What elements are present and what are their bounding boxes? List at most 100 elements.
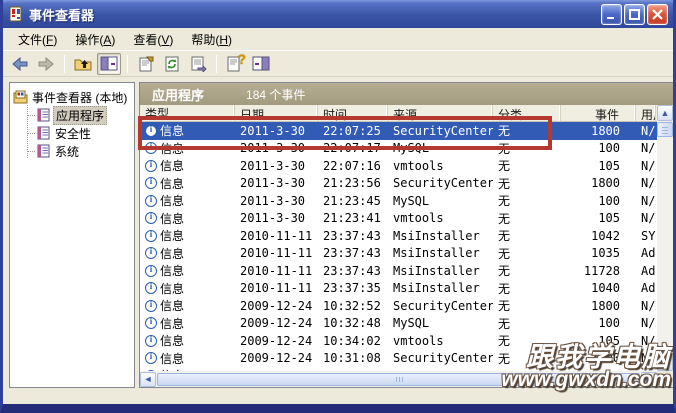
scroll-right-button[interactable]: ► <box>641 372 657 387</box>
show-panel-icon <box>252 56 270 71</box>
scroll-up-button[interactable]: ▲ <box>657 105 673 121</box>
tree-item-安全性[interactable]: 安全性 <box>27 124 132 142</box>
minimize-button[interactable] <box>601 4 622 25</box>
result-pane: 应用程序 184 个事件 类型日期时间来源分类事件用户 信息2011-3-302… <box>139 82 675 388</box>
menu-item[interactable]: 操作(A) <box>66 28 124 51</box>
table-row[interactable]: 信息2009-12-2410:34:02vmtools无105N/A <box>140 332 657 350</box>
cell-user: SYSTEM <box>636 229 656 243</box>
cell-time: 10:34:02 <box>318 334 388 348</box>
cell-type: 信息 <box>160 262 184 279</box>
show-tree-icon <box>100 56 118 71</box>
cell-event: 105 <box>561 334 636 348</box>
scrollbar-corner <box>657 371 674 387</box>
cell-category: 无 <box>493 280 561 297</box>
cell-category: 无 <box>493 175 561 192</box>
cell-type: 信息 <box>160 175 184 192</box>
table-row[interactable]: 信息2011-3-3022:07:16vmtools无105N/A <box>140 157 657 175</box>
tree-item-应用程序[interactable]: 应用程序 <box>27 106 132 124</box>
cell-type: 信息 <box>160 227 184 244</box>
maximize-icon <box>629 9 640 20</box>
forward-button[interactable] <box>34 53 58 75</box>
cell-source: MsiInstaller <box>388 229 493 243</box>
column-header-1[interactable]: 类型 <box>140 105 235 121</box>
console-tree-panel: 事件查看器 (本地) 应用程序安全性系统 <box>9 82 135 388</box>
menu-item[interactable]: 文件(F) <box>9 28 66 51</box>
maximize-button[interactable] <box>624 4 645 25</box>
column-header-2[interactable]: 日期 <box>235 105 318 121</box>
cell-event: 11728 <box>561 264 636 278</box>
column-header-3[interactable]: 时间 <box>318 105 388 121</box>
cell-category: 无 <box>493 140 561 157</box>
properties-button[interactable] <box>134 53 158 75</box>
table-row[interactable]: 信息2009-12-2410:32:52SecurityCenter无1800N… <box>140 297 657 315</box>
table-row[interactable]: 信息2010-11-1123:37:35MsiInstaller无1040Adm… <box>140 280 657 298</box>
cell-category: 无 <box>493 122 561 139</box>
cell-event: 1040 <box>561 281 636 295</box>
show-hide-tree-button[interactable] <box>97 53 121 75</box>
table-row[interactable]: 信息2009-12-2410:32:48MySQL无100N/A <box>140 315 657 333</box>
close-button[interactable] <box>647 4 668 25</box>
cell-event: 100 <box>561 316 636 330</box>
show-hide-panel-button[interactable] <box>249 53 273 75</box>
table-row[interactable]: 信息2011-3-3022:07:17MySQL无100N/A <box>140 140 657 158</box>
cell-event: 105 <box>561 159 636 173</box>
cell-category: 无 <box>493 297 561 314</box>
menu-item[interactable]: 查看(V) <box>124 28 182 51</box>
event-log-icon <box>36 108 51 122</box>
up-one-level-button[interactable] <box>71 53 95 75</box>
vertical-scrollbar-thumb[interactable] <box>657 122 673 137</box>
menu-item[interactable]: 帮助(H) <box>182 28 241 51</box>
column-header-6[interactable]: 事件 <box>561 105 636 121</box>
cell-time: 21:23:45 <box>318 194 388 208</box>
back-button[interactable] <box>8 53 32 75</box>
toolbar <box>3 50 673 77</box>
cell-time: 10:32:48 <box>318 316 388 330</box>
tree-root-event-viewer[interactable]: 事件查看器 (本地) <box>13 88 132 106</box>
cell-date: 2011-3-30 <box>235 141 318 155</box>
tree-item-系统[interactable]: 系统 <box>27 142 132 160</box>
cell-time: 22:07:17 <box>318 141 388 155</box>
cell-event: 1800 <box>561 124 636 138</box>
cell-source: MsiInstaller <box>388 264 493 278</box>
table-row[interactable]: 信息2011-3-3021:23:45MySQL无100N/A <box>140 192 657 210</box>
table-row[interactable]: 信息2010-11-1123:37:43MsiInstaller无1035Adm… <box>140 245 657 263</box>
table-row[interactable]: 信息2011-3-3021:23:56SecurityCenter无1800N/… <box>140 175 657 193</box>
cell-type: 信息 <box>160 350 184 367</box>
cell-date: 2009-12-24 <box>235 351 318 365</box>
refresh-button[interactable] <box>160 53 184 75</box>
horizontal-scrollbar[interactable]: ◄ ► <box>140 371 657 387</box>
cell-time: 21:23:41 <box>318 211 388 225</box>
toolbar-separator <box>64 55 65 73</box>
table-row[interactable]: 信息2010-11-1123:37:43MsiInstaller无11728Ad… <box>140 262 657 280</box>
column-header-7[interactable]: 用户 <box>636 105 656 121</box>
help-button[interactable] <box>223 53 247 75</box>
cell-type: 信息 <box>160 210 184 227</box>
information-icon <box>145 177 157 189</box>
table-row[interactable]: 信息2010-11-1123:37:43MsiInstaller无1042SYS… <box>140 227 657 245</box>
cell-source: MySQL <box>388 194 493 208</box>
cell-date: 2009-12-24 <box>235 334 318 348</box>
cell-type: 信息 <box>160 332 184 349</box>
table-row[interactable]: 信息2009-12-2410:31:08SecurityCenter无1800N… <box>140 350 657 368</box>
export-list-button[interactable] <box>186 53 210 75</box>
result-pane-title: 应用程序 <box>152 85 204 104</box>
vertical-scrollbar[interactable]: ▲ ▼ <box>657 105 674 371</box>
scroll-left-button[interactable]: ◄ <box>140 372 156 387</box>
column-header-5[interactable]: 分类 <box>493 105 561 121</box>
information-icon <box>145 142 157 154</box>
cell-category: 无 <box>493 315 561 332</box>
cell-time: 22:07:16 <box>318 159 388 173</box>
cell-source: MySQL <box>388 316 493 330</box>
cell-category: 无 <box>493 245 561 262</box>
event-count: 184 个事件 <box>246 86 305 103</box>
horizontal-scrollbar-thumb[interactable] <box>157 373 640 386</box>
cell-source: vmtools <box>388 211 493 225</box>
cell-category: 无 <box>493 227 561 244</box>
cell-time: 10:32:52 <box>318 299 388 313</box>
scroll-down-button[interactable]: ▼ <box>657 355 673 371</box>
cell-source: SecurityCenter <box>388 176 493 190</box>
table-row[interactable]: 信息2011-3-3022:07:25SecurityCenter无1800N/… <box>140 122 657 140</box>
column-header-4[interactable]: 来源 <box>388 105 493 121</box>
table-row[interactable]: 信息2011-3-3021:23:41vmtools无105N/A <box>140 210 657 228</box>
column-header-row: 类型日期时间来源分类事件用户 <box>140 105 657 122</box>
